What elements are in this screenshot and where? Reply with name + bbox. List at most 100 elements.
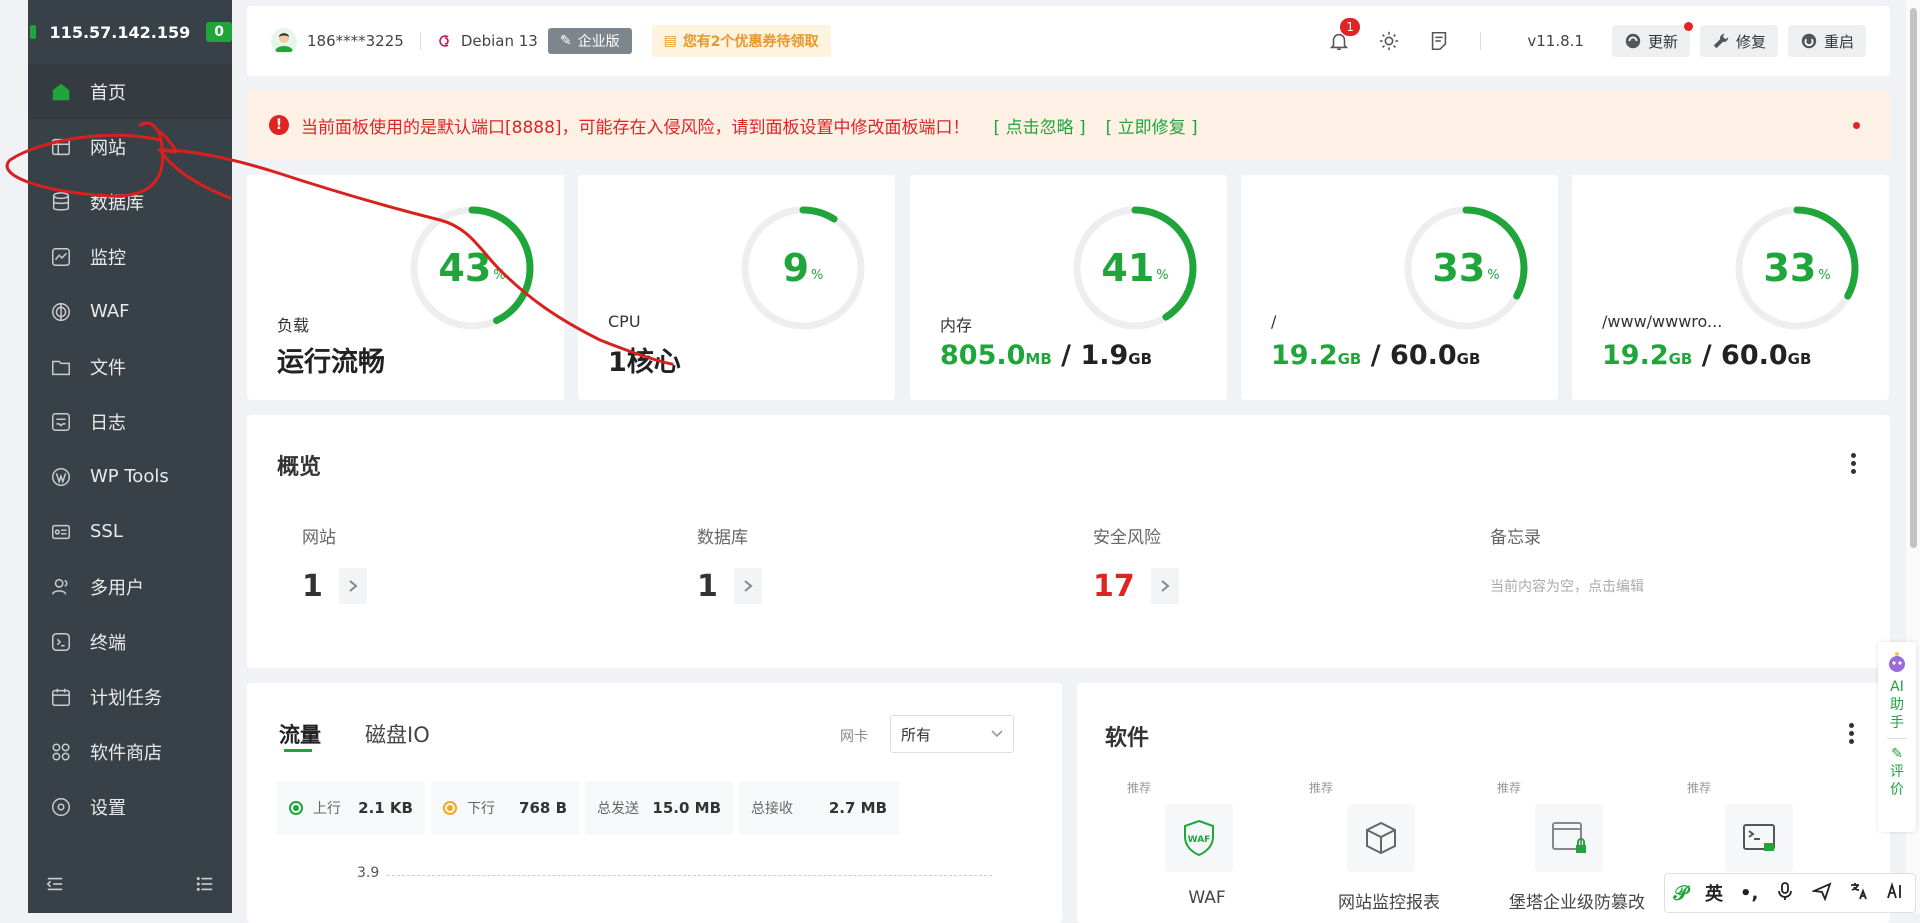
coupon-icon: ▤ — [663, 33, 677, 49]
repair-button[interactable]: 修复 — [1699, 25, 1778, 57]
ime-logo-icon[interactable]: 𝒫 — [1674, 881, 1688, 905]
software-item-waf[interactable]: 推荐 WAF WAF — [1127, 779, 1287, 908]
edition-label: 企业版 — [577, 34, 620, 50]
disk-www-card[interactable]: 33% /www/wwwro... 19.2GB / 60.0GB — [1572, 175, 1889, 400]
download-stat[interactable]: 下行 768 B — [431, 781, 579, 835]
notification-count: 1 — [1340, 18, 1360, 36]
security-risk-label: 安全风险 — [1093, 528, 1161, 548]
overview-memo[interactable]: 备忘录 当前内容为空，点击编辑 — [1490, 523, 1644, 596]
restart-button[interactable]: 重启 — [1787, 25, 1866, 57]
ignore-link[interactable]: [ 点击忽略 ] — [994, 113, 1086, 138]
percent-unit: % — [493, 267, 506, 283]
tab-traffic[interactable]: 流量 — [279, 719, 321, 749]
disk-root-total: 60.0 — [1390, 340, 1457, 371]
update-button[interactable]: 更新 — [1611, 22, 1693, 57]
ai-icon[interactable] — [1886, 881, 1906, 906]
overview-panel: 概览 网站 1 数据库 1 安全风险 17 备忘录 当前内容为空，点击编辑 — [247, 415, 1890, 668]
memory-card[interactable]: 41% 内存 805.0MB / 1.9GB — [910, 175, 1227, 400]
theme-sun-icon[interactable] — [1378, 30, 1400, 52]
sidebar-item-settings[interactable]: 设置 — [28, 779, 232, 834]
sidebar-item-logs[interactable]: 日志 — [28, 394, 232, 449]
divider — [1480, 32, 1482, 50]
traffic-panel: 流量 磁盘IO 网卡 所有 上行 2.1 KB 下行 768 B 总发送 15.… — [247, 683, 1062, 923]
user-info[interactable]: 186****3225 — [271, 28, 404, 54]
tab-disk-io[interactable]: 磁盘IO — [365, 719, 430, 749]
cpu-card[interactable]: 9% CPU 1核心 — [578, 175, 895, 400]
translate-icon[interactable] — [1849, 881, 1869, 906]
chevron-right-icon[interactable] — [733, 568, 762, 604]
security-risk-count: 17 — [1093, 568, 1135, 604]
coupon-banner[interactable]: ▤ 您有2个优惠券待领取 — [651, 25, 831, 57]
ai-label: 助 — [1890, 697, 1904, 713]
sidebar-item-monitor[interactable]: 监控 — [28, 229, 232, 284]
sidebar-item-ssl[interactable]: SSL — [28, 504, 232, 559]
scrollbar-thumb[interactable] — [1910, 8, 1917, 548]
disk-www-used: 19.2 — [1602, 340, 1669, 371]
server-badge[interactable]: 0 — [206, 22, 232, 42]
sidebar-item-home[interactable]: 首页 — [28, 64, 232, 119]
sidebar-item-store[interactable]: 软件商店 — [28, 724, 232, 779]
ai-assistant-widget[interactable]: AI 助 手 ✎ 评 价 — [1878, 642, 1916, 832]
notification-bell-icon[interactable]: 1 — [1328, 18, 1360, 52]
total-sent-stat: 总发送 15.0 MB — [585, 781, 733, 835]
ime-language[interactable]: 英 — [1705, 880, 1723, 906]
memory-gauge: 41% — [1070, 203, 1200, 337]
chevron-right-icon[interactable] — [338, 568, 367, 604]
terminal-lock-icon — [1725, 804, 1793, 872]
chevron-right-icon[interactable] — [1150, 568, 1179, 604]
disk-root-used-unit: GB — [1337, 350, 1362, 368]
sidebar-item-cron[interactable]: 计划任务 — [28, 669, 232, 724]
overview-sites[interactable]: 网站 1 — [302, 523, 367, 604]
load-card[interactable]: 43% 负载 运行流畅 — [247, 175, 564, 400]
memory-total-unit: GB — [1128, 350, 1153, 368]
repair-label: 修复 — [1735, 32, 1766, 51]
users-icon — [50, 576, 72, 598]
wordpress-icon — [50, 466, 72, 488]
menu-list-icon[interactable] — [196, 875, 214, 897]
cpu-label: CPU — [608, 312, 641, 331]
memory-percent: 41 — [1101, 246, 1155, 290]
disk-root-card[interactable]: 33% / 19.2GB / 60.0GB — [1241, 175, 1558, 400]
software-item-terminal-lock[interactable]: 推荐 — [1687, 779, 1847, 888]
sidebar-footer — [28, 859, 232, 913]
send-icon[interactable] — [1811, 881, 1832, 906]
overview-title: 概览 — [277, 455, 322, 480]
overview-databases[interactable]: 数据库 1 — [697, 523, 762, 604]
ai-label: AI — [1890, 679, 1904, 695]
panel-version[interactable]: v11.8.1 — [1527, 32, 1584, 50]
chevron-down-icon — [991, 730, 1003, 738]
sidebar-item-wp-tools[interactable]: WP Tools — [28, 449, 232, 504]
fix-now-link[interactable]: [ 立即修复 ] — [1106, 113, 1198, 138]
software-more-icon[interactable] — [1849, 723, 1855, 744]
nic-selected-value: 所有 — [901, 725, 932, 744]
load-status: 运行流畅 — [277, 347, 385, 378]
sidebar-item-label: 网站 — [90, 137, 126, 159]
sidebar-item-files[interactable]: 文件 — [28, 339, 232, 394]
sidebar-item-label: WAF — [90, 301, 130, 322]
chart-y-tick: 3.9 — [357, 865, 380, 881]
sidebar-item-waf[interactable]: WAF — [28, 284, 232, 339]
sidebar-item-database[interactable]: 数据库 — [28, 174, 232, 229]
overview-security-risk[interactable]: 安全风险 17 — [1093, 523, 1179, 604]
software-name: WAF — [1188, 888, 1226, 908]
memory-usage: 805.0MB / 1.9GB — [940, 340, 1153, 371]
sidebar-item-terminal[interactable]: 终端 — [28, 614, 232, 669]
software-item-tamper-proof[interactable]: 推荐 堡塔企业级防篡改 — [1497, 779, 1657, 913]
memo-placeholder[interactable]: 当前内容为空，点击编辑 — [1490, 576, 1644, 596]
notes-icon[interactable] — [1428, 30, 1450, 52]
sidebar-item-website[interactable]: 网站 — [28, 119, 232, 174]
alert-icon: ! — [269, 115, 289, 135]
sites-label: 网站 — [302, 528, 336, 548]
sites-count: 1 — [302, 568, 323, 604]
upload-stat[interactable]: 上行 2.1 KB — [277, 781, 425, 835]
microphone-icon[interactable] — [1775, 881, 1795, 906]
collapse-sidebar-icon[interactable] — [46, 875, 64, 897]
software-item-site-monitor[interactable]: 推荐 网站监控报表 — [1309, 779, 1469, 913]
overview-more-icon[interactable] — [1851, 453, 1857, 474]
edition-badge[interactable]: ✎ 企业版 — [547, 28, 632, 54]
sidebar-item-label: 多用户 — [90, 577, 144, 599]
avatar — [271, 28, 297, 54]
ime-punctuation[interactable]: •, — [1740, 883, 1758, 904]
nic-select[interactable]: 所有 — [890, 715, 1014, 753]
sidebar-item-users[interactable]: 多用户 — [28, 559, 232, 614]
